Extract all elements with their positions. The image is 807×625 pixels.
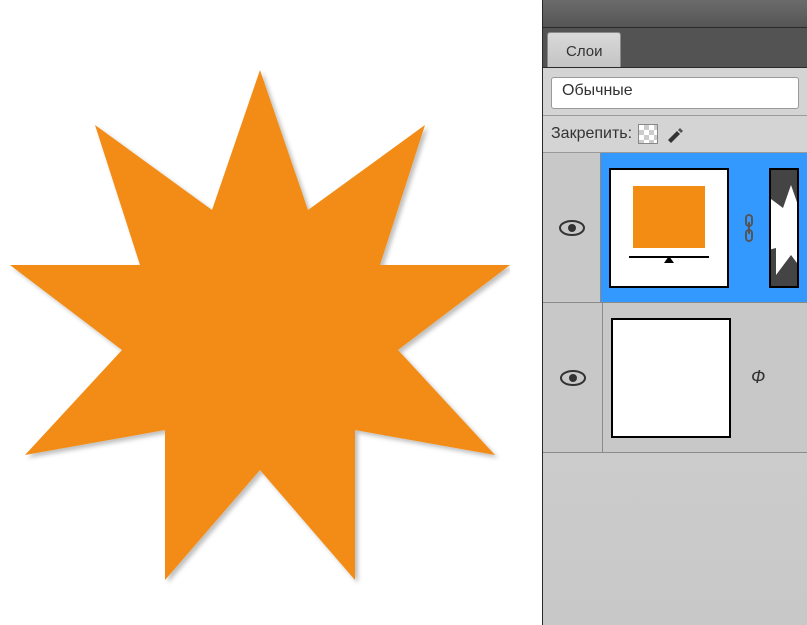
lock-row: Закрепить: bbox=[543, 116, 807, 153]
layer-thumbnails[interactable] bbox=[601, 153, 807, 302]
fill-swatch bbox=[633, 186, 705, 248]
canvas-area[interactable] bbox=[0, 0, 540, 625]
visibility-toggle[interactable] bbox=[543, 153, 601, 302]
layer-row-background[interactable]: Ф bbox=[543, 303, 807, 453]
layer-thumbnails[interactable]: Ф bbox=[603, 303, 807, 452]
blend-mode-row: Обычные bbox=[543, 71, 807, 116]
panel-tabs: Слои bbox=[543, 28, 807, 68]
layers-list: Ф bbox=[543, 153, 807, 453]
lock-pixels-icon[interactable] bbox=[664, 124, 684, 144]
panel-topbar bbox=[543, 0, 807, 28]
star-shape[interactable] bbox=[10, 70, 510, 610]
layer-row-fill[interactable] bbox=[543, 153, 807, 303]
panel-body: Обычные Закрепить: bbox=[543, 68, 807, 625]
mask-thumbnail[interactable] bbox=[769, 168, 799, 288]
lock-label: Закрепить: bbox=[551, 125, 632, 143]
fill-thumbnail[interactable] bbox=[609, 168, 729, 288]
link-icon[interactable] bbox=[737, 213, 761, 243]
adjustment-slider-icon bbox=[629, 256, 709, 266]
tab-layers[interactable]: Слои bbox=[547, 32, 621, 67]
lock-transparency-icon[interactable] bbox=[638, 124, 658, 144]
visibility-toggle[interactable] bbox=[543, 303, 603, 452]
background-thumbnail[interactable] bbox=[611, 318, 731, 438]
layers-panel: Слои Обычные Закрепить: bbox=[542, 0, 807, 625]
layer-name[interactable]: Ф bbox=[739, 367, 765, 388]
eye-icon bbox=[558, 218, 586, 238]
blend-mode-select[interactable]: Обычные bbox=[551, 77, 799, 109]
eye-icon bbox=[559, 368, 587, 388]
